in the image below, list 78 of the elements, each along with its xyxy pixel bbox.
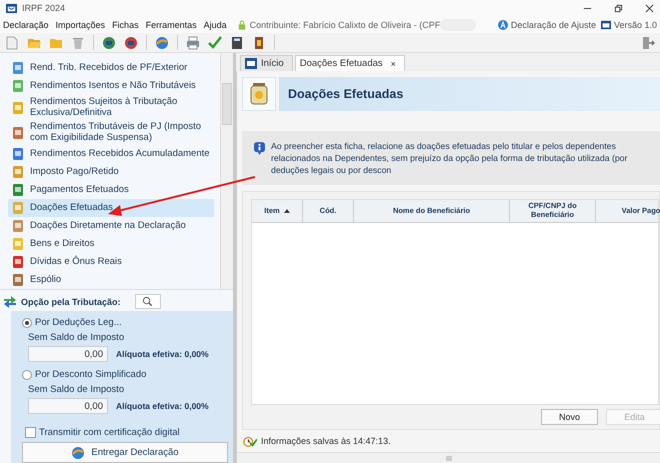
declaration-type-label: Declaração de Ajuste [510, 20, 596, 30]
sidebar-item[interactable]: Pagamentos Efetuados [8, 181, 214, 199]
app-icon [600, 20, 611, 30]
sidebar-item[interactable]: Doações Efetuadas [8, 199, 214, 217]
sidebar-item[interactable]: Rendimentos Tributáveis de PJ (Imposto com Exigibilidade Suspensa) [8, 120, 214, 145]
printer-icon[interactable] [186, 36, 200, 50]
document-icon [11, 237, 25, 251]
menu-item[interactable]: Declaração [3, 20, 49, 30]
money-jar-icon [250, 83, 268, 105]
menu-item[interactable]: Importações [56, 20, 106, 30]
sidebar-item[interactable]: Dívidas e Ônus Reais [8, 253, 214, 271]
vertical-scrollbar[interactable] [220, 53, 233, 289]
menu-item[interactable]: Fichas [112, 20, 139, 30]
document-icon [11, 61, 25, 75]
radio-button[interactable] [22, 370, 32, 380]
document-icon [11, 183, 25, 197]
new-file-icon[interactable] [5, 36, 19, 50]
document-icon [11, 165, 25, 179]
search-button[interactable] [134, 294, 161, 309]
exit-icon[interactable] [641, 36, 655, 50]
menu-item[interactable]: Ajuda [204, 20, 227, 30]
contributor-label: Contribuinte: Fabrício Calixto de Oliveira - (CPF [250, 20, 440, 30]
sidebar-item[interactable]: Bens e Direitos [8, 235, 214, 253]
section-title: Opção pela Tributação: [21, 296, 121, 306]
balance-caption: Sem Saldo de Imposto [28, 332, 126, 343]
close-tab-button[interactable]: × [390, 58, 396, 68]
amount-field: 0,00 [28, 346, 108, 362]
document-icon [11, 201, 25, 215]
close-icon[interactable] [645, 4, 654, 12]
letter-a-icon [498, 20, 508, 30]
calculator-icon[interactable] [230, 36, 244, 50]
menu-item[interactable]: Ferramentas [146, 20, 197, 30]
sidebar-item[interactable]: Rendimentos Isentos e Não Tributáveis [8, 77, 214, 95]
sidebar-item[interactable]: Rendimentos Recebidos Acumuladamente [8, 145, 214, 163]
tab[interactable]: Doações Efetuadas × [294, 55, 405, 71]
document-icon [11, 219, 25, 233]
checkbox-label[interactable]: Transmitir com certificação digital [39, 427, 180, 438]
sidebar-item[interactable]: Espólio [8, 271, 214, 289]
info-icon [254, 142, 265, 155]
rate-label: Alíquota efetiva: 0,00% [116, 349, 209, 359]
document-icon [11, 273, 25, 287]
document-icon [11, 126, 25, 140]
restore-icon[interactable] [614, 4, 623, 12]
status-text: Informações salvas às 14:47:13. [261, 436, 391, 446]
document-icon [11, 79, 25, 93]
globe-icon[interactable] [155, 36, 169, 50]
submit-declaration-button[interactable]: Entregar Declaração [22, 442, 228, 463]
sidebar-item[interactable]: Rend. Trib. Recebidos de PF/Exterior [8, 59, 214, 77]
clock-check-icon [243, 434, 257, 448]
sidebar-item[interactable]: Rendimentos Sujeitos à Tributação Exclusiva/Definitiva [8, 95, 214, 120]
sort-arrow-icon [284, 209, 290, 213]
radio-label[interactable]: Por Desconto Simplificado [35, 369, 146, 380]
sidebar-item[interactable]: Doações Diretamente na Declaração [8, 217, 214, 235]
globe-icon [71, 446, 86, 460]
radio-label[interactable]: Por Deduções Leg... [35, 317, 122, 328]
checkbox[interactable] [25, 427, 36, 438]
document-icon [11, 100, 25, 114]
rate-label: Alíquota efetiva: 0,00% [116, 401, 209, 411]
version-label: Versão 1.0 [614, 20, 657, 30]
page-title: Doações Efetuadas [288, 87, 404, 101]
document-icon [11, 147, 25, 161]
swap-arrows-icon [3, 294, 17, 308]
window-title: IRPF 2024 [22, 3, 66, 13]
sidebar-item[interactable]: Imposto Pago/Retido [8, 163, 214, 181]
amount-field: 0,00 [28, 398, 108, 414]
lock-icon [238, 20, 246, 30]
action-button[interactable]: Novo [541, 409, 598, 425]
document-icon [11, 255, 25, 269]
info-text: Ao preencher esta ficha, relacione as doações efetuadas pelo titular e pelos dependentes relacionados na Dependentes, sem prejuízo da opção pela forma de tributação utilizada (por deduções legais ou por descon [271, 140, 628, 176]
tab[interactable]: Início [240, 55, 293, 71]
radio-button[interactable] [22, 318, 32, 328]
search-icon [142, 296, 154, 307]
app-icon [6, 2, 17, 14]
checkmark-icon[interactable] [208, 36, 222, 50]
balance-caption: Sem Saldo de Imposto [28, 384, 126, 395]
trash-icon[interactable] [71, 36, 85, 50]
horizontal-scrollbar[interactable] [237, 452, 660, 463]
app-icon [245, 58, 257, 69]
